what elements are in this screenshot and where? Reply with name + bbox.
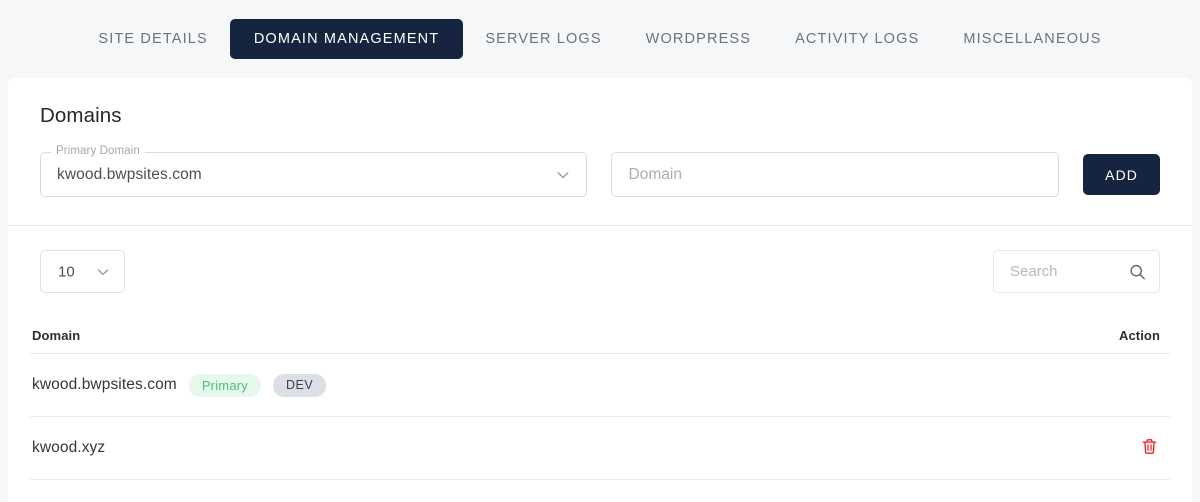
tab-miscellaneous[interactable]: MISCELLANEOUS <box>941 20 1123 59</box>
column-header-action: Action <box>1118 327 1160 343</box>
search-input[interactable] <box>994 251 1159 292</box>
delete-domain-button[interactable] <box>1138 437 1160 459</box>
add-domain-button[interactable]: ADD <box>1083 154 1160 195</box>
tab-wordpress[interactable]: WORDPRESS <box>624 20 773 59</box>
primary-domain-select[interactable]: Primary Domain kwood.bwpsites.com <box>40 145 587 197</box>
cell-domain: kwood.bwpsites.com Primary DEV <box>32 373 327 397</box>
rows-per-page-select[interactable]: 10 <box>40 250 125 293</box>
table-row: kwood.xyz <box>30 417 1170 480</box>
tab-bar: SITE DETAILS DOMAIN MANAGEMENT SERVER LO… <box>0 0 1200 78</box>
domains-form-section: Domains Primary Domain kwood.bwpsites.co… <box>8 78 1192 225</box>
domain-name: kwood.bwpsites.com <box>32 376 177 393</box>
status-badge-dev: DEV <box>273 373 327 397</box>
domain-input[interactable] <box>610 152 1060 197</box>
domain-name: kwood.xyz <box>32 439 106 456</box>
trash-icon <box>1140 437 1159 459</box>
status-badge-primary: Primary <box>188 373 261 397</box>
domains-card: Domains Primary Domain kwood.bwpsites.co… <box>8 78 1192 502</box>
tab-server-logs[interactable]: SERVER LOGS <box>463 20 623 59</box>
tab-activity-logs[interactable]: ACTIVITY LOGS <box>773 20 941 59</box>
tab-domain-management[interactable]: DOMAIN MANAGEMENT <box>229 18 464 60</box>
primary-domain-label: Primary Domain <box>51 145 145 158</box>
column-header-domain: Domain <box>32 327 81 343</box>
domains-table: Domain Action kwood.bwpsites.com Primary… <box>8 317 1192 480</box>
cell-action <box>1138 437 1160 459</box>
add-domain-form: Primary Domain kwood.bwpsites.com ADD <box>40 145 1160 225</box>
chevron-down-icon <box>95 264 111 280</box>
primary-domain-value: kwood.bwpsites.com <box>57 165 202 183</box>
table-header-row: Domain Action <box>30 317 1170 354</box>
tab-site-details[interactable]: SITE DETAILS <box>76 20 229 59</box>
rows-per-page-value: 10 <box>58 263 75 280</box>
search-box[interactable] <box>993 250 1160 293</box>
page-title: Domains <box>40 104 122 127</box>
table-row: kwood.bwpsites.com Primary DEV <box>30 354 1170 417</box>
table-toolbar: 10 <box>8 226 1192 317</box>
chevron-down-icon <box>555 167 571 183</box>
cell-domain: kwood.xyz <box>32 439 105 457</box>
